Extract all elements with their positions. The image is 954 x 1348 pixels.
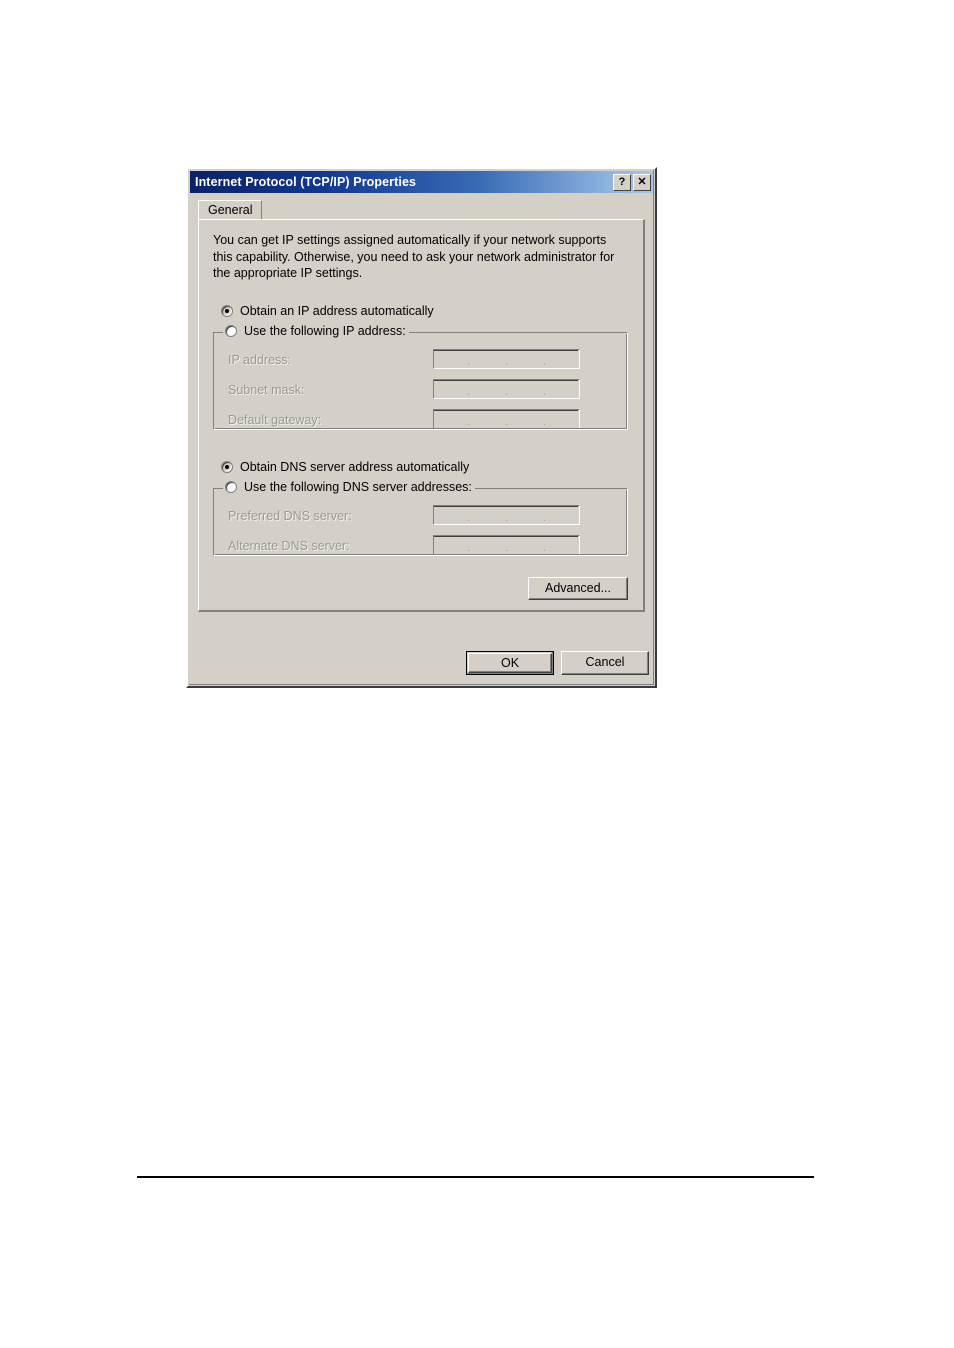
ip-separator-icon: . [542,384,547,398]
ip-separator-icon: . [504,354,509,368]
description-text: You can get IP settings assigned automat… [213,233,615,280]
radio-indicator-use-following-dns [225,481,237,493]
titlebar-buttons: ? ✕ [613,173,651,191]
ip-separator-icon: . [466,354,471,368]
radio-label-use-following-dns: Use the following DNS server addresses: [244,480,472,494]
input-default-gateway[interactable]: . . . [433,409,580,429]
ok-button-label: OK [468,653,552,673]
dialog-titlebar: Internet Protocol (TCP/IP) Properties ? … [190,171,653,193]
ip-separator-icon: . [466,414,471,428]
label-ip-address: IP address: [228,353,292,367]
radio-use-following-dns[interactable]: Use the following DNS server addresses: [223,480,475,494]
ip-separator-icon: . [542,354,547,368]
ip-separator-icon: . [542,540,547,554]
label-default-gateway: Default gateway: [228,413,322,427]
input-alternate-dns-server[interactable]: . . . [433,535,580,555]
label-subnet-mask: Subnet mask: [228,383,305,397]
radio-label-obtain-dns-automatically: Obtain DNS server address automatically [240,460,470,474]
ip-separator-icon: . [504,384,509,398]
dialog-title: Internet Protocol (TCP/IP) Properties [195,175,417,189]
tcpip-properties-dialog: Internet Protocol (TCP/IP) Properties ? … [186,167,657,688]
input-preferred-dns-server[interactable]: . . . [433,505,580,525]
advanced-button[interactable]: Advanced... [528,577,628,600]
input-ip-address[interactable]: . . . [433,349,580,369]
input-subnet-mask[interactable]: . . . [433,379,580,399]
ip-separator-icon: . [504,510,509,524]
cancel-button[interactable]: Cancel [561,651,649,675]
radio-indicator-obtain-ip-automatically [221,305,233,317]
radio-label-use-following-ip: Use the following IP address: [244,324,406,338]
label-alternate-dns-server: Alternate DNS server: [228,539,350,553]
ok-button[interactable]: OK [466,651,554,675]
radio-obtain-dns-automatically[interactable]: Obtain DNS server address automatically [221,460,469,474]
ip-separator-icon: . [542,510,547,524]
radio-label-obtain-ip-automatically: Obtain an IP address automatically [240,304,434,318]
label-preferred-dns-server: Preferred DNS server: [228,509,352,523]
radio-obtain-ip-automatically[interactable]: Obtain an IP address automatically [221,304,434,318]
ip-separator-icon: . [542,414,547,428]
ip-separator-icon: . [466,384,471,398]
radio-indicator-use-following-ip [225,325,237,337]
ip-separator-icon: . [466,540,471,554]
page-footer-rule [137,1176,814,1178]
ip-separator-icon: . [504,540,509,554]
tab-general[interactable]: General [198,200,263,220]
tab-page-general: You can get IP settings assigned automat… [198,219,645,612]
help-icon[interactable]: ? [613,173,631,191]
tabstrip: General [198,200,645,220]
ip-separator-icon: . [466,510,471,524]
groupbox-manual-ip: Use the following IP address: IP address… [213,324,628,430]
radio-use-following-ip[interactable]: Use the following IP address: [223,324,409,338]
close-icon[interactable]: ✕ [633,173,651,191]
groupbox-manual-dns: Use the following DNS server addresses: … [213,480,628,556]
radio-indicator-obtain-dns-automatically [221,461,233,473]
ip-separator-icon: . [504,414,509,428]
